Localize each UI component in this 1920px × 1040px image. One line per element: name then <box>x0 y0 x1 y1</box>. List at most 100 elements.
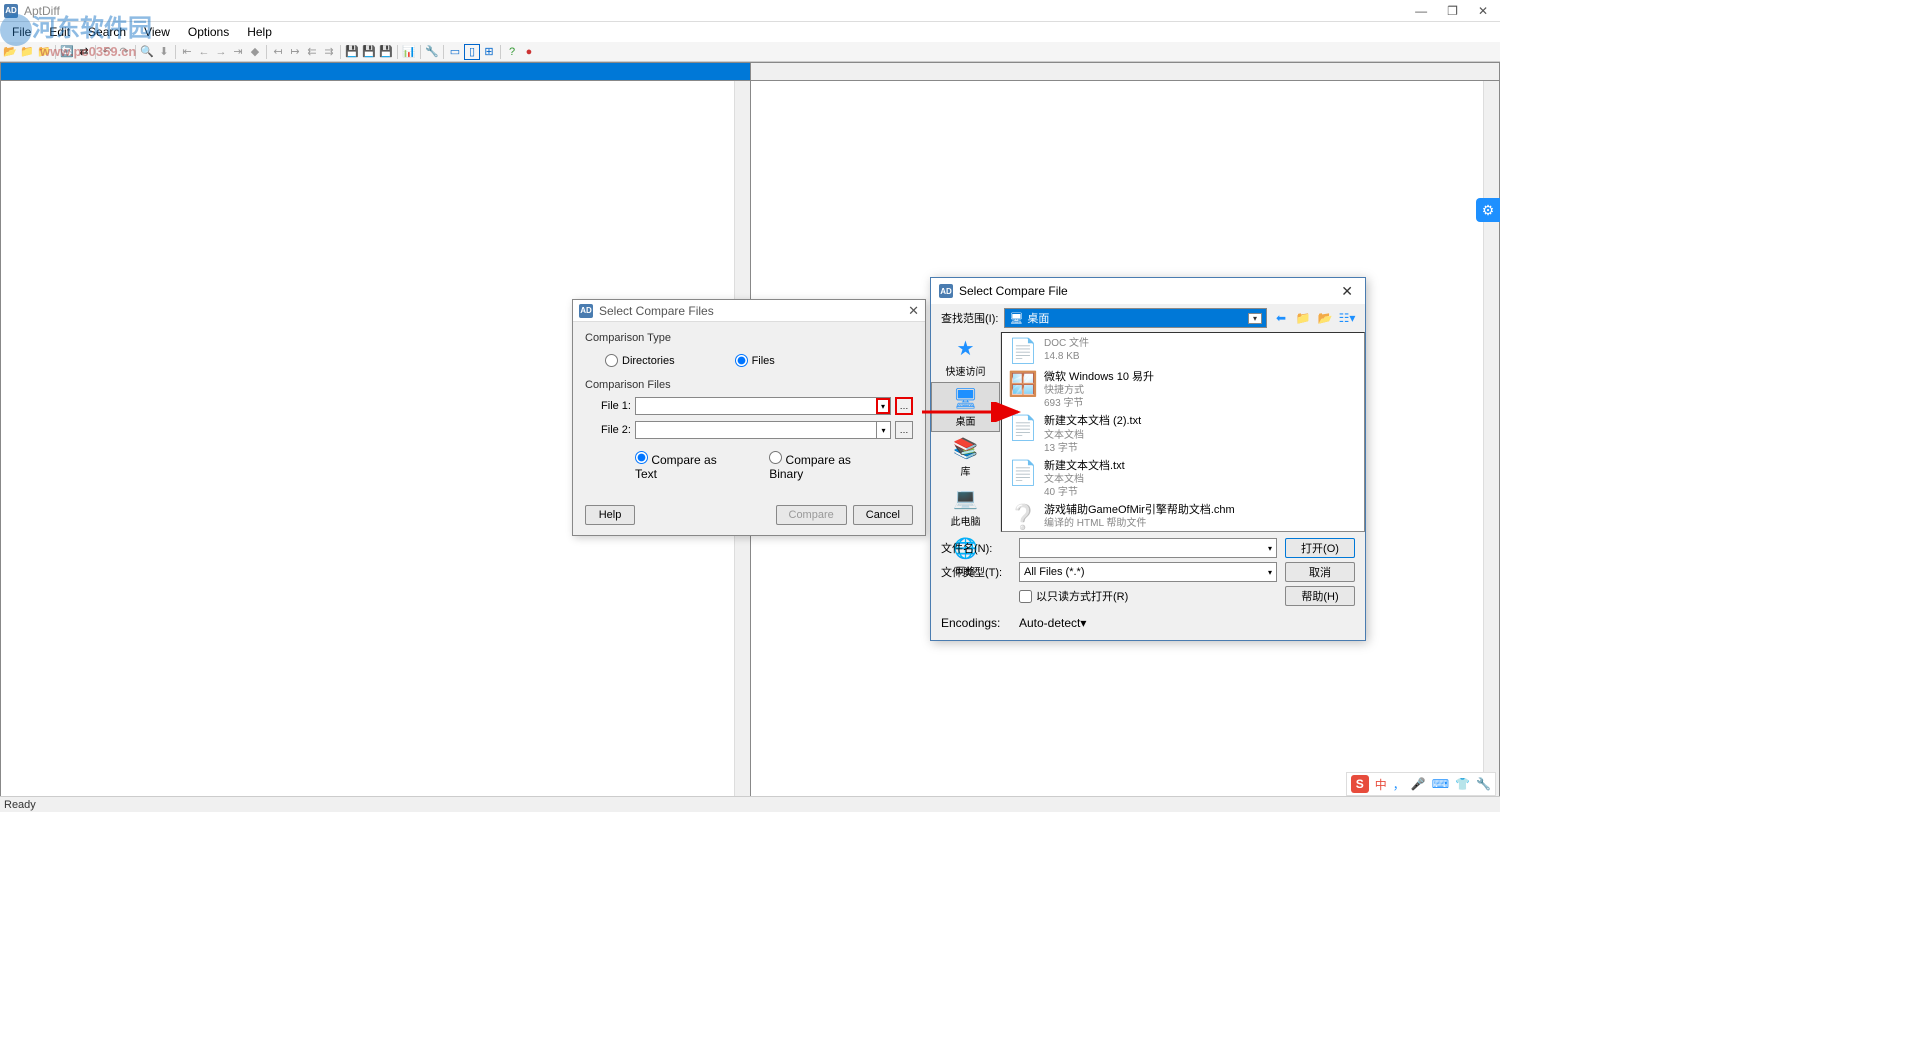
help-button[interactable]: Help <box>585 505 635 525</box>
toolbar-redo-icon[interactable]: ↷ <box>116 44 132 60</box>
back-icon[interactable]: ⬅ <box>1273 310 1289 326</box>
toolbar-view-horiz-icon[interactable]: ▭ <box>447 44 463 60</box>
toolbar-copy-all-right-icon[interactable]: ⇉ <box>321 44 337 60</box>
toolbar-open2-icon[interactable]: 📁 <box>36 44 52 60</box>
close-button[interactable]: ✕ <box>1478 4 1488 18</box>
file1-label: File 1: <box>585 400 631 412</box>
toolbar-copy-all-left-icon[interactable]: ⇇ <box>304 44 320 60</box>
toolbar-view-all-icon[interactable]: ⊞ <box>481 44 497 60</box>
ime-keyboard-icon[interactable]: ⌨ <box>1432 777 1449 791</box>
look-in-combo[interactable]: 🖥 桌面 ▾ <box>1004 308 1267 328</box>
ime-tools-icon[interactable]: 🔧 <box>1476 777 1491 791</box>
toolbar-report-icon[interactable]: 📊 <box>401 44 417 60</box>
dialog1-close-icon[interactable]: ✕ <box>908 303 919 319</box>
toolbar-options-icon[interactable]: 🔧 <box>424 44 440 60</box>
menu-view[interactable]: View <box>136 23 178 41</box>
file2-combo[interactable]: ▾ <box>635 421 891 439</box>
file-list[interactable]: 📄 DOC 文件14.8 KB 🪟 微软 Windows 10 易升快捷方式69… <box>1001 332 1365 532</box>
menu-help[interactable]: Help <box>239 23 280 41</box>
toolbar-open1-icon[interactable]: 📁 <box>19 44 35 60</box>
file1-dropdown-icon[interactable]: ▾ <box>876 398 890 414</box>
help-button-2[interactable]: 帮助(H) <box>1285 586 1355 606</box>
menu-options[interactable]: Options <box>180 23 237 41</box>
filetype-dropdown-icon[interactable]: ▾ <box>1268 568 1272 577</box>
menu-file[interactable]: File <box>4 23 39 41</box>
file1-input[interactable] <box>636 398 876 414</box>
toolbar-save1-icon[interactable]: 💾 <box>344 44 360 60</box>
side-widget-icon[interactable]: ⚙ <box>1476 198 1500 222</box>
menu-search[interactable]: Search <box>80 23 134 41</box>
cancel-button[interactable]: Cancel <box>853 505 913 525</box>
toolbar-copy-left-icon[interactable]: ↤ <box>270 44 286 60</box>
file-item[interactable]: 📄 新建文本文档.txt文本文档40 字节 <box>1004 457 1362 501</box>
radio-compare-text[interactable]: Compare as Text <box>635 451 719 481</box>
toolbar-about-icon[interactable]: ● <box>521 44 537 60</box>
ime-logo-icon[interactable]: S <box>1351 775 1369 793</box>
file-item[interactable]: 📄 新建文本文档 (2).txt文本文档13 字节 <box>1004 412 1362 456</box>
look-in-dropdown-icon[interactable]: ▾ <box>1248 313 1262 324</box>
ime-mic-icon[interactable]: 🎤 <box>1411 777 1426 791</box>
ime-punct-icon[interactable]: ， <box>1393 776 1405 793</box>
toolbar-save2-icon[interactable]: 💾 <box>361 44 377 60</box>
encodings-combo[interactable]: Auto-detect▾ <box>1019 616 1277 630</box>
toolbar-copy-right-icon[interactable]: ↦ <box>287 44 303 60</box>
file1-combo[interactable]: ▾ <box>635 397 891 415</box>
toolbar-view-vert-icon[interactable]: ▯ <box>464 44 480 60</box>
sidebar-this-pc[interactable]: 💻此电脑 <box>931 482 1000 532</box>
toolbar-swap-icon[interactable]: ⇄ <box>76 44 92 60</box>
toolbar-recompare-icon[interactable]: 🔄 <box>59 44 75 60</box>
file-item[interactable]: 📄 DOC 文件14.8 KB <box>1004 335 1362 368</box>
up-icon[interactable]: 📁 <box>1295 310 1311 326</box>
filename-combo[interactable]: ▾ <box>1019 538 1277 558</box>
sidebar-quick-access[interactable]: ★快速访问 <box>931 332 1000 382</box>
dialog2-close-icon[interactable]: ✕ <box>1337 283 1357 300</box>
radio-files[interactable]: Files <box>735 354 775 367</box>
file2-browse-button[interactable]: … <box>895 421 913 439</box>
maximize-button[interactable]: ❐ <box>1447 4 1458 18</box>
dialog2-titlebar[interactable]: AD Select Compare File ✕ <box>931 278 1365 304</box>
filetype-combo[interactable]: All Files (*.*)▾ <box>1019 562 1277 582</box>
right-pane-header[interactable] <box>751 63 1500 81</box>
sidebar-desktop[interactable]: 🖥桌面 <box>931 382 1000 432</box>
file2-dropdown-icon[interactable]: ▾ <box>876 422 890 438</box>
view-menu-icon[interactable]: ☷▾ <box>1339 310 1355 326</box>
minimize-button[interactable]: — <box>1415 4 1427 18</box>
toolbar-new-icon[interactable]: 📂 <box>2 44 18 60</box>
toolbar-first-diff-icon[interactable]: ⇤ <box>179 44 195 60</box>
toolbar-next-diff-icon[interactable]: → <box>213 44 229 60</box>
ime-mode[interactable]: 中 <box>1375 776 1387 793</box>
toolbar-findnext-icon[interactable]: ⬇ <box>156 44 172 60</box>
radio-directories[interactable]: Directories <box>605 354 675 367</box>
status-text: Ready <box>4 799 36 811</box>
radio-compare-binary[interactable]: Compare as Binary <box>769 451 863 481</box>
right-pane-scrollbar[interactable] <box>1483 81 1499 797</box>
toolbar-find-icon[interactable]: 🔍 <box>139 44 155 60</box>
sidebar-libraries[interactable]: 📚库 <box>931 432 1000 482</box>
toolbar-prev-diff-icon[interactable]: ← <box>196 44 212 60</box>
filename-dropdown-icon[interactable]: ▾ <box>1268 544 1272 553</box>
toolbar-help-icon[interactable]: ? <box>504 44 520 60</box>
filename-input[interactable] <box>1024 541 1268 556</box>
menubar: File Edit Search View Options Help <box>0 22 1500 42</box>
toolbar-current-diff-icon[interactable]: ◆ <box>247 44 263 60</box>
ime-skin-icon[interactable]: 👕 <box>1455 777 1470 791</box>
file-item[interactable]: ❔ 游戏辅助GameOfMir引擎帮助文档.chm编译的 HTML 帮助文件 <box>1004 501 1362 532</box>
compare-button[interactable]: Compare <box>776 505 847 525</box>
toolbar-last-diff-icon[interactable]: ⇥ <box>230 44 246 60</box>
file2-input[interactable] <box>636 422 876 438</box>
cancel-button-2[interactable]: 取消 <box>1285 562 1355 582</box>
toolbar: 📂 📁 📁 🔄 ⇄ ↶ ↷ 🔍 ⬇ ⇤ ← → ⇥ ◆ ↤ ↦ ⇇ ⇉ 💾 💾 … <box>0 42 1500 62</box>
file1-browse-button[interactable]: … <box>895 397 913 415</box>
dialog1-titlebar[interactable]: AD Select Compare Files ✕ <box>573 300 925 322</box>
file-item[interactable]: 🪟 微软 Windows 10 易升快捷方式693 字节 <box>1004 368 1362 412</box>
encodings-dropdown-icon[interactable]: ▾ <box>1080 616 1086 630</box>
ime-bar[interactable]: S 中 ， 🎤 ⌨ 👕 🔧 <box>1346 772 1496 796</box>
toolbar-undo-icon[interactable]: ↶ <box>99 44 115 60</box>
left-pane-header[interactable] <box>1 63 750 81</box>
menu-edit[interactable]: Edit <box>41 23 78 41</box>
new-folder-icon[interactable]: 📂 <box>1317 310 1333 326</box>
open-button[interactable]: 打开(O) <box>1285 538 1355 558</box>
readonly-checkbox[interactable]: 以只读方式打开(R) <box>1019 588 1277 604</box>
encodings-label: Encodings: <box>941 616 1011 630</box>
toolbar-saveall-icon[interactable]: 💾 <box>378 44 394 60</box>
